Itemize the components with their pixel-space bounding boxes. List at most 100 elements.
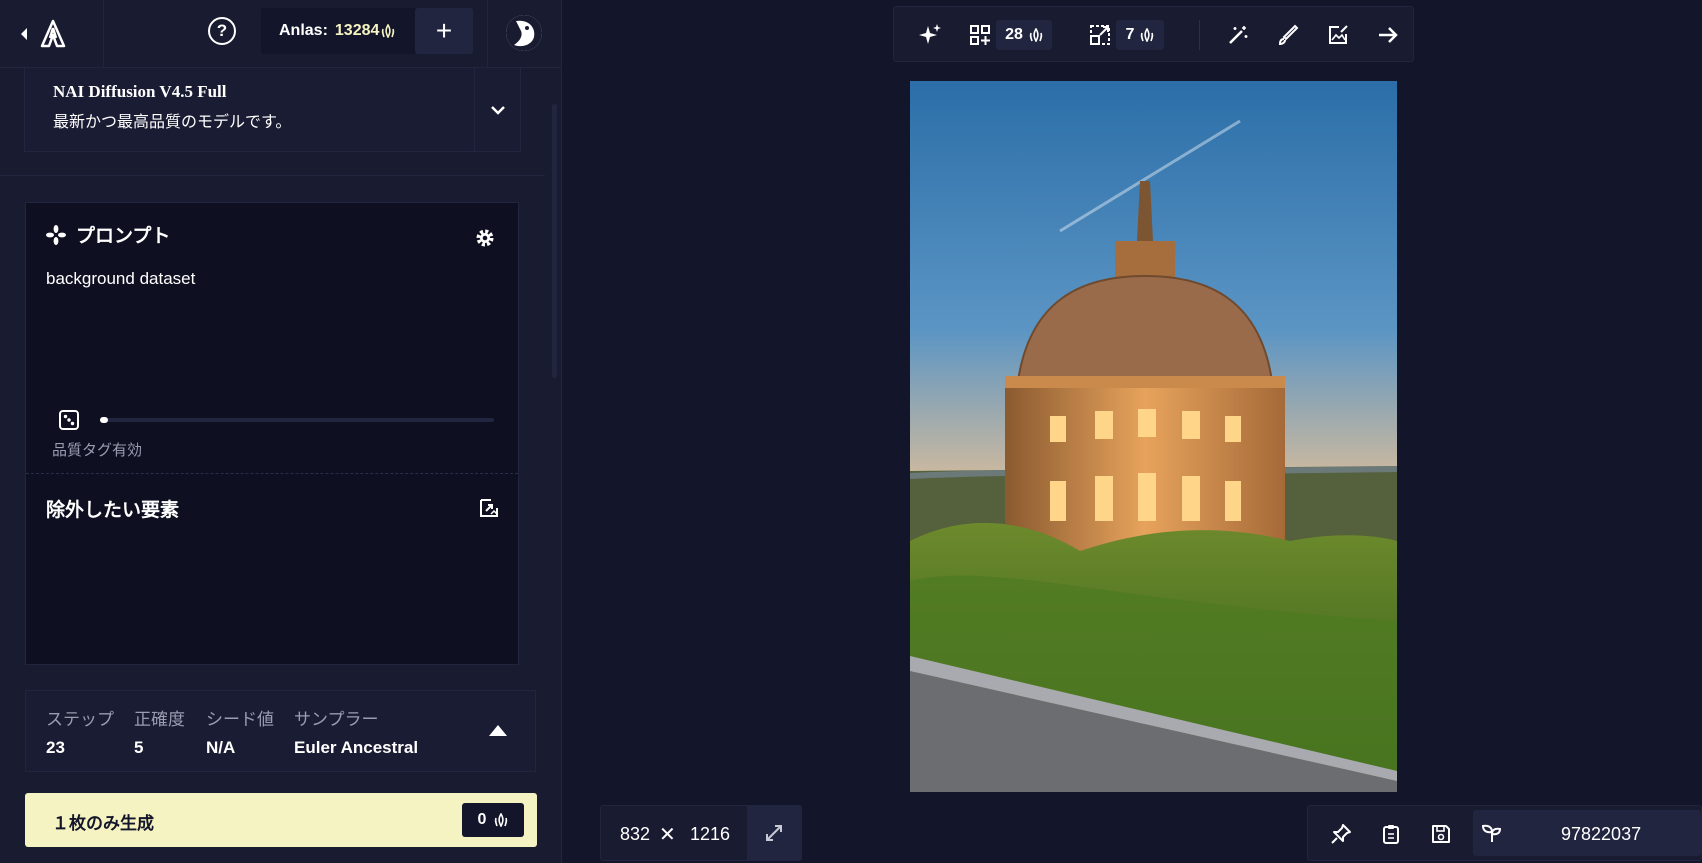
negative-prompt-button[interactable]	[478, 497, 500, 524]
random-prompt-button[interactable]	[58, 409, 80, 436]
prompt-header: プロンプト	[46, 221, 170, 248]
upscale-cost: 7	[1116, 20, 1164, 50]
prompt-settings-button[interactable]	[474, 227, 496, 254]
chevron-down-icon	[490, 106, 505, 115]
steps-label: ステップ	[46, 710, 114, 729]
generate-label: １枚のみ生成	[52, 814, 154, 833]
image-width[interactable]: 832	[620, 824, 650, 845]
variations-cost: 28	[996, 20, 1052, 50]
generated-image-picture	[910, 81, 1397, 792]
model-selector[interactable]: NAI Diffusion V4.5 Full 最新かつ最高品質のモデルです。	[24, 68, 521, 152]
anlas-balance[interactable]: Anlas: 13284 +	[261, 8, 473, 54]
model-dropdown-toggle[interactable]	[474, 68, 520, 152]
floppy-disk-icon	[1432, 825, 1450, 843]
question-icon: ?	[216, 21, 228, 40]
negative-prompt-title: 除外したい要素	[46, 500, 180, 521]
image-edit-icon	[1329, 25, 1348, 44]
generate-cost-badge: 0	[462, 803, 524, 837]
toolbar-divider	[1199, 20, 1200, 50]
param-seed: シード値 N/A	[206, 705, 274, 758]
anlas-icon	[495, 813, 508, 827]
size-times-icon: ✕	[659, 824, 676, 846]
sidebar-header: ? Anlas: 13284 +	[0, 0, 562, 68]
sidebar-scrollbar[interactable]	[552, 104, 557, 378]
model-name: NAI Diffusion V4.5 Full	[53, 82, 227, 101]
header-divider	[103, 0, 104, 68]
user-avatar-icon	[506, 15, 542, 51]
arrow-right-icon	[1379, 27, 1398, 43]
novelai-logo-icon	[40, 19, 66, 48]
sparkles-icon	[919, 24, 941, 44]
generated-image[interactable]	[910, 81, 1397, 792]
brush-icon	[1278, 24, 1299, 46]
anlas-icon	[382, 24, 395, 38]
avatar[interactable]	[506, 15, 542, 51]
prompt-title: プロンプト	[76, 226, 171, 247]
gear-icon	[476, 229, 494, 247]
param-steps: ステップ 23	[46, 705, 114, 758]
anlas-value: 13284	[334, 22, 380, 39]
dashed-divider	[26, 473, 518, 474]
steps-value: 23	[46, 738, 65, 757]
upscale-cost-value: 7	[1125, 26, 1135, 43]
magic-wand-icon	[1229, 26, 1248, 44]
chevron-left-icon	[21, 28, 27, 40]
expand-icon	[766, 825, 782, 841]
image-toolbar: 28 7	[893, 6, 1414, 62]
anlas-icon	[1141, 28, 1154, 42]
prompt-panel: プロンプト background dataset 品質タグ有効 除外したい要素	[25, 202, 519, 665]
image-to-image-button[interactable]	[1324, 21, 1352, 49]
section-divider	[0, 175, 545, 176]
guidance-value: 5	[134, 738, 144, 757]
enhance-button[interactable]	[916, 21, 944, 49]
help-button[interactable]: ?	[208, 17, 236, 45]
back-button[interactable]	[18, 18, 102, 50]
anlas-label: Anlas:	[279, 22, 328, 39]
upscale-button[interactable]	[1086, 21, 1114, 49]
save-button[interactable]	[1428, 821, 1454, 847]
seed-field[interactable]: 97822037	[1473, 810, 1701, 856]
copy-to-clipboard-button[interactable]	[1378, 821, 1404, 847]
upscale-icon	[1090, 25, 1110, 45]
params-collapse-toggle[interactable]	[489, 725, 507, 736]
image-size-bar: 832 ✕ 1216	[600, 805, 802, 861]
image-actions-bar: 97822037	[1307, 805, 1702, 861]
generate-button[interactable]: １枚のみ生成 0	[25, 793, 537, 847]
seed-value: 97822037	[1561, 824, 1642, 844]
prompt-strength-slider[interactable]	[100, 417, 494, 423]
inpaint-button[interactable]	[1274, 21, 1302, 49]
fullscreen-button[interactable]	[747, 806, 801, 860]
seed-icon-button[interactable]	[1479, 820, 1505, 846]
sparkle-flower-icon	[46, 224, 66, 245]
sampler-label: サンプラー	[294, 710, 379, 729]
dice-icon	[59, 410, 79, 430]
next-button[interactable]	[1374, 21, 1402, 49]
sampler-value: Euler Ancestral	[294, 738, 419, 757]
generation-params[interactable]: ステップ 23 正確度 5 シード値 N/A サンプラー Euler Ances…	[25, 690, 536, 772]
anlas-icon	[1029, 28, 1043, 42]
pin-icon	[1331, 824, 1351, 844]
variations-button[interactable]	[966, 21, 994, 49]
app-window: ? Anlas: 13284 + NAI Diffusion V4.5 Full…	[0, 0, 1702, 863]
param-sampler: サンプラー Euler Ancestral	[294, 705, 418, 758]
prompt-input[interactable]: background dataset	[46, 269, 195, 289]
image-import-icon	[480, 499, 498, 517]
add-anlas-button[interactable]: +	[415, 8, 473, 54]
pin-button[interactable]	[1328, 821, 1354, 847]
param-guidance: 正確度 5	[134, 705, 185, 758]
clipboard-icon	[1383, 825, 1399, 844]
generate-cost: 0	[477, 811, 487, 828]
variations-grid-icon	[970, 25, 990, 45]
director-tools-button[interactable]	[1224, 21, 1252, 49]
guidance-label: 正確度	[134, 710, 185, 729]
variations-cost-value: 28	[1005, 26, 1023, 43]
seed-param-value: N/A	[206, 738, 236, 757]
sprout-icon	[1481, 824, 1502, 842]
image-height[interactable]: 1216	[690, 824, 730, 845]
model-description: 最新かつ最高品質のモデルです。	[53, 114, 292, 131]
quality-tag-label: 品質タグ有効	[52, 442, 143, 459]
header-divider	[487, 0, 488, 68]
slider-fill	[100, 417, 108, 423]
sidebar: ? Anlas: 13284 + NAI Diffusion V4.5 Full…	[0, 0, 562, 863]
seed-label: シード値	[206, 710, 274, 729]
